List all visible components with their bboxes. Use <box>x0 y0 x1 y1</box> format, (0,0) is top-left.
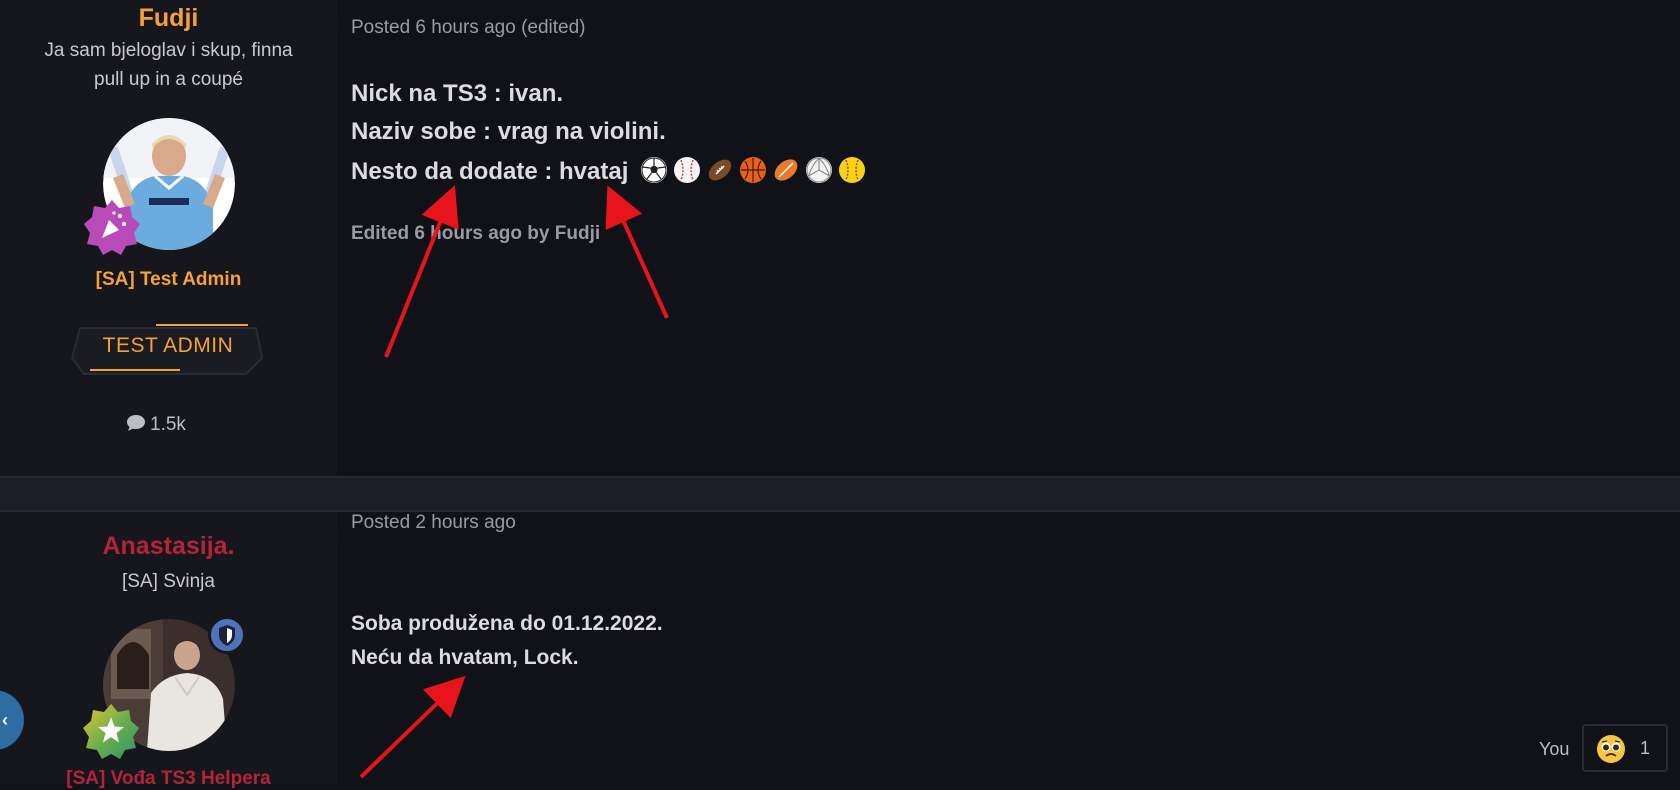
rugby-ball-icon <box>773 157 799 183</box>
post-line-1: Soba produžena do 01.12.2022. <box>351 612 663 635</box>
basketball-icon <box>739 157 766 183</box>
comment-icon <box>126 414 146 438</box>
post-line-1: Nick na TS3 : ivan. <box>351 80 564 107</box>
panel-notch <box>314 512 338 560</box>
author-name[interactable]: Fudji <box>0 4 337 33</box>
chevron-left-icon: ‹ <box>2 710 8 730</box>
baseball-icon <box>673 157 700 183</box>
rank-badge: TEST ADMIN <box>70 318 266 378</box>
post-line-2: Neću da hvatam, Lock. <box>351 646 579 669</box>
post-timestamp[interactable]: Posted 6 hours ago (edited) <box>351 17 586 39</box>
panel-notch <box>314 0 338 48</box>
reaction-button[interactable]: 1 <box>1582 724 1668 772</box>
post-count-value: 1.5k <box>150 414 186 435</box>
post-line-2: Naziv sobe : vrag na violini. <box>351 118 666 145</box>
tagline-line-2: pull up in a coupé <box>94 69 243 90</box>
post-content: Posted 6 hours ago (edited) Nick na TS3 … <box>351 0 1680 476</box>
edited-note: Edited 6 hours ago by Fudji <box>351 223 601 244</box>
post-divider <box>0 476 1680 512</box>
author-panel: Anastasija. [SA] Svinja [SA] Vođa TS3 He… <box>0 512 337 789</box>
post-timestamp[interactable]: Posted 2 hours ago <box>351 512 516 534</box>
author-group: [SA] Test Admin <box>95 269 242 290</box>
reaction-count: 1 <box>1640 738 1651 758</box>
post-fudji: Fudji Ja sam bjeloglav i skup, finna pul… <box>0 0 1680 476</box>
author-tagline: [SA] Svinja <box>122 571 215 592</box>
star-icon <box>82 702 140 760</box>
author-tagline: Ja sam bjeloglav i skup, finna pull up i… <box>0 36 337 94</box>
emoji-row <box>640 157 872 184</box>
post-content: Posted 2 hours ago Soba produžena do 01.… <box>351 512 1680 784</box>
post-line-3-row: Nesto da dodate : hvataj <box>351 157 872 186</box>
rank-badge-label: TEST ADMIN <box>102 334 234 357</box>
softball-icon <box>838 157 865 183</box>
shield-icon <box>208 616 246 654</box>
pleading-face-icon <box>1596 734 1626 769</box>
author-panel: Fudji Ja sam bjeloglav i skup, finna pul… <box>0 0 337 476</box>
volleyball-icon <box>805 157 832 183</box>
tagline-line-1: Ja sam bjeloglav i skup, finna <box>44 40 293 61</box>
post-count[interactable]: 1.5k <box>126 414 186 438</box>
post-anastasija: Anastasija. [SA] Svinja [SA] Vođa TS3 He… <box>0 512 1680 789</box>
soccer-ball-icon <box>640 157 667 183</box>
american-football-icon <box>707 157 733 183</box>
party-popper-icon <box>83 198 141 256</box>
post-line-3: Nesto da dodate : hvataj <box>351 158 629 185</box>
reaction-by[interactable]: You <box>1539 739 1569 760</box>
author-group: [SA] Vođa TS3 Helpera <box>66 768 271 789</box>
author-name[interactable]: Anastasija. <box>0 532 337 561</box>
